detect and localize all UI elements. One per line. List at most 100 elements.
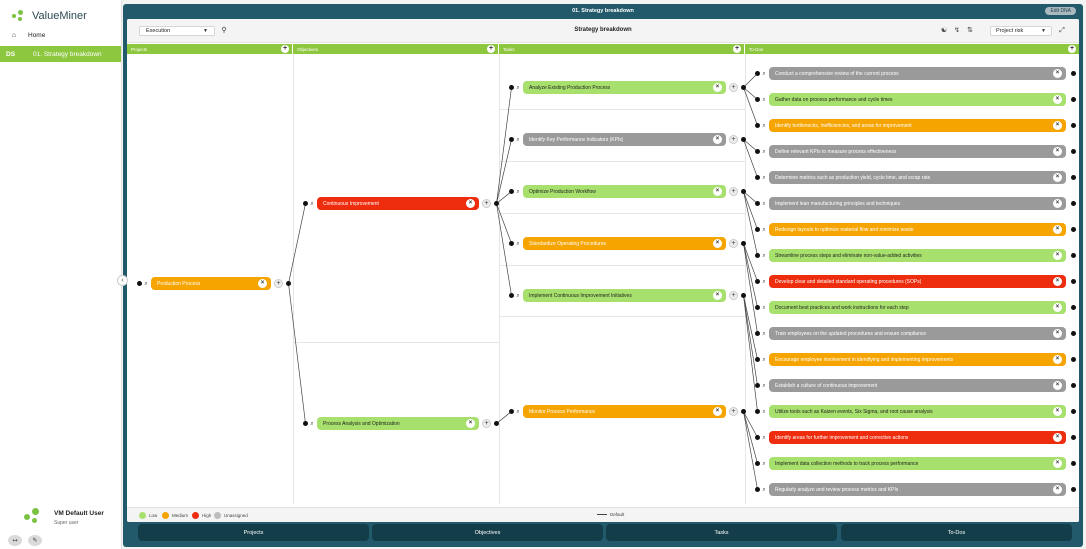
add-child-button[interactable]: +: [274, 279, 283, 288]
zoom-icon[interactable]: ⌕: [760, 96, 768, 104]
zoom-icon[interactable]: ⌕: [760, 486, 768, 494]
close-icon[interactable]: ×: [1053, 173, 1062, 182]
todo-node[interactable]: Identify bottlenecks, inefficiencies, an…: [769, 119, 1066, 132]
close-icon[interactable]: ×: [1053, 329, 1062, 338]
zoom-icon[interactable]: ⌕: [514, 136, 522, 144]
sidebar-item-home[interactable]: ⌂ Home: [6, 30, 118, 41]
close-icon[interactable]: ×: [1053, 407, 1062, 416]
zoom-icon[interactable]: ⌕: [308, 200, 316, 208]
zoom-icon[interactable]: ⌕: [760, 278, 768, 286]
add-child-button[interactable]: +: [729, 135, 738, 144]
todo-node[interactable]: Redesign layouts to optimize material fl…: [769, 223, 1066, 236]
zoom-icon[interactable]: ⌕: [760, 148, 768, 156]
collapse-sidebar-icon[interactable]: ‹: [117, 275, 128, 286]
zoom-icon[interactable]: ⌕: [514, 240, 522, 248]
zoom-icon[interactable]: ⌕: [308, 420, 316, 428]
add-child-button[interactable]: +: [729, 83, 738, 92]
objective-node[interactable]: Continuous Improvement ×: [317, 197, 479, 210]
close-icon[interactable]: ×: [713, 83, 722, 92]
todo-node[interactable]: Gather data on process performance and c…: [769, 93, 1066, 106]
zoom-icon[interactable]: ⌕: [760, 174, 768, 182]
todo-node[interactable]: Regularly analyze and review process met…: [769, 483, 1066, 496]
add-child-button[interactable]: +: [729, 407, 738, 416]
logout-icon[interactable]: ↦: [8, 535, 22, 546]
brand[interactable]: ValueMiner: [12, 8, 87, 24]
todo-node[interactable]: Streamline process steps and eliminate n…: [769, 249, 1066, 262]
add-todo-button[interactable]: +: [1068, 45, 1076, 53]
risk-select[interactable]: Project risk ▼: [990, 26, 1052, 36]
close-icon[interactable]: ×: [258, 279, 267, 288]
close-icon[interactable]: ×: [1053, 69, 1062, 78]
close-icon[interactable]: ×: [713, 291, 722, 300]
todo-node[interactable]: Establish a culture of continuous improv…: [769, 379, 1066, 392]
zoom-icon[interactable]: ⌕: [760, 252, 768, 260]
close-icon[interactable]: ×: [1053, 355, 1062, 364]
todo-node[interactable]: Utilize tools such as Kaizen events, Six…: [769, 405, 1066, 418]
todo-node[interactable]: Implement data collection methods to tra…: [769, 457, 1066, 470]
zoom-icon[interactable]: ⌕: [760, 304, 768, 312]
task-node[interactable]: Identify Key Performance Indicators (KPI…: [523, 133, 726, 146]
add-child-button[interactable]: +: [729, 187, 738, 196]
branch-icon[interactable]: ↯: [952, 26, 962, 36]
zoom-icon[interactable]: ⌕: [514, 292, 522, 300]
add-child-button[interactable]: +: [482, 419, 491, 428]
zoom-icon[interactable]: ⌕: [760, 434, 768, 442]
close-icon[interactable]: ×: [713, 187, 722, 196]
zoom-icon[interactable]: ⌕: [760, 460, 768, 468]
zoom-icon[interactable]: ⌕: [760, 70, 768, 78]
zoom-icon[interactable]: ⌕: [514, 84, 522, 92]
todo-node[interactable]: Implement lean manufacturing principles …: [769, 197, 1066, 210]
zoom-icon[interactable]: ⌕: [142, 280, 150, 288]
hierarchy-icon[interactable]: ☯: [939, 26, 949, 36]
footer-objectives-button[interactable]: Objectives: [372, 524, 603, 541]
close-icon[interactable]: ×: [1053, 251, 1062, 260]
todo-node[interactable]: Train employees on the updated procedure…: [769, 327, 1066, 340]
edit-dna-button[interactable]: Edit DNA: [1045, 7, 1076, 15]
objective-node[interactable]: Process Analysis and Optimization ×: [317, 417, 479, 430]
add-child-button[interactable]: +: [729, 239, 738, 248]
close-icon[interactable]: ×: [1053, 199, 1062, 208]
close-icon[interactable]: ×: [1053, 147, 1062, 156]
footer-projects-button[interactable]: Projects: [138, 524, 369, 541]
zoom-icon[interactable]: ⌕: [760, 330, 768, 338]
project-node[interactable]: Production Process ×: [151, 277, 271, 290]
zoom-icon[interactable]: ⌕: [760, 122, 768, 130]
todo-node[interactable]: Develop clear and detailed standard oper…: [769, 275, 1066, 288]
zoom-icon[interactable]: ⌕: [760, 226, 768, 234]
todo-node[interactable]: Conduct a comprehensive review of the cu…: [769, 67, 1066, 80]
footer-tasks-button[interactable]: Tasks: [606, 524, 837, 541]
todo-node[interactable]: Identify areas for further improvement a…: [769, 431, 1066, 444]
todo-node[interactable]: Encourage employee involvement in identi…: [769, 353, 1066, 366]
footer-todos-button[interactable]: To-Dos: [841, 524, 1072, 541]
close-icon[interactable]: ×: [466, 199, 475, 208]
zoom-icon[interactable]: ⌕: [514, 188, 522, 196]
brush-icon[interactable]: ✎: [28, 535, 42, 546]
close-icon[interactable]: ×: [713, 407, 722, 416]
close-icon[interactable]: ×: [1053, 277, 1062, 286]
close-icon[interactable]: ×: [1053, 121, 1062, 130]
close-icon[interactable]: ×: [713, 135, 722, 144]
zoom-icon[interactable]: ⌕: [760, 356, 768, 364]
task-node[interactable]: Monitor Process Performance ×: [523, 405, 726, 418]
add-child-button[interactable]: +: [482, 199, 491, 208]
close-icon[interactable]: ×: [1053, 95, 1062, 104]
close-icon[interactable]: ×: [1053, 433, 1062, 442]
close-icon[interactable]: ×: [1053, 459, 1062, 468]
task-node[interactable]: Standardize Operating Procedures ×: [523, 237, 726, 250]
zoom-icon[interactable]: ⌕: [760, 408, 768, 416]
sidebar-item-strategy-breakdown[interactable]: DS 01. Strategy breakdown: [0, 46, 121, 62]
close-icon[interactable]: ×: [1053, 381, 1062, 390]
zoom-icon[interactable]: ⌕: [760, 200, 768, 208]
todo-node[interactable]: Define relevant KPIs to measure process …: [769, 145, 1066, 158]
task-node[interactable]: Analyze Existing Production Process ×: [523, 81, 726, 94]
close-icon[interactable]: ×: [1053, 485, 1062, 494]
close-icon[interactable]: ×: [1053, 225, 1062, 234]
close-icon[interactable]: ×: [713, 239, 722, 248]
todo-node[interactable]: Document best practices and work instruc…: [769, 301, 1066, 314]
add-task-button[interactable]: +: [733, 45, 741, 53]
todo-node[interactable]: Determine metrics such as production yie…: [769, 171, 1066, 184]
zoom-icon[interactable]: ⌕: [760, 382, 768, 390]
add-objective-button[interactable]: +: [487, 45, 495, 53]
close-icon[interactable]: ×: [1053, 303, 1062, 312]
task-node[interactable]: Optimize Production Workflow ×: [523, 185, 726, 198]
